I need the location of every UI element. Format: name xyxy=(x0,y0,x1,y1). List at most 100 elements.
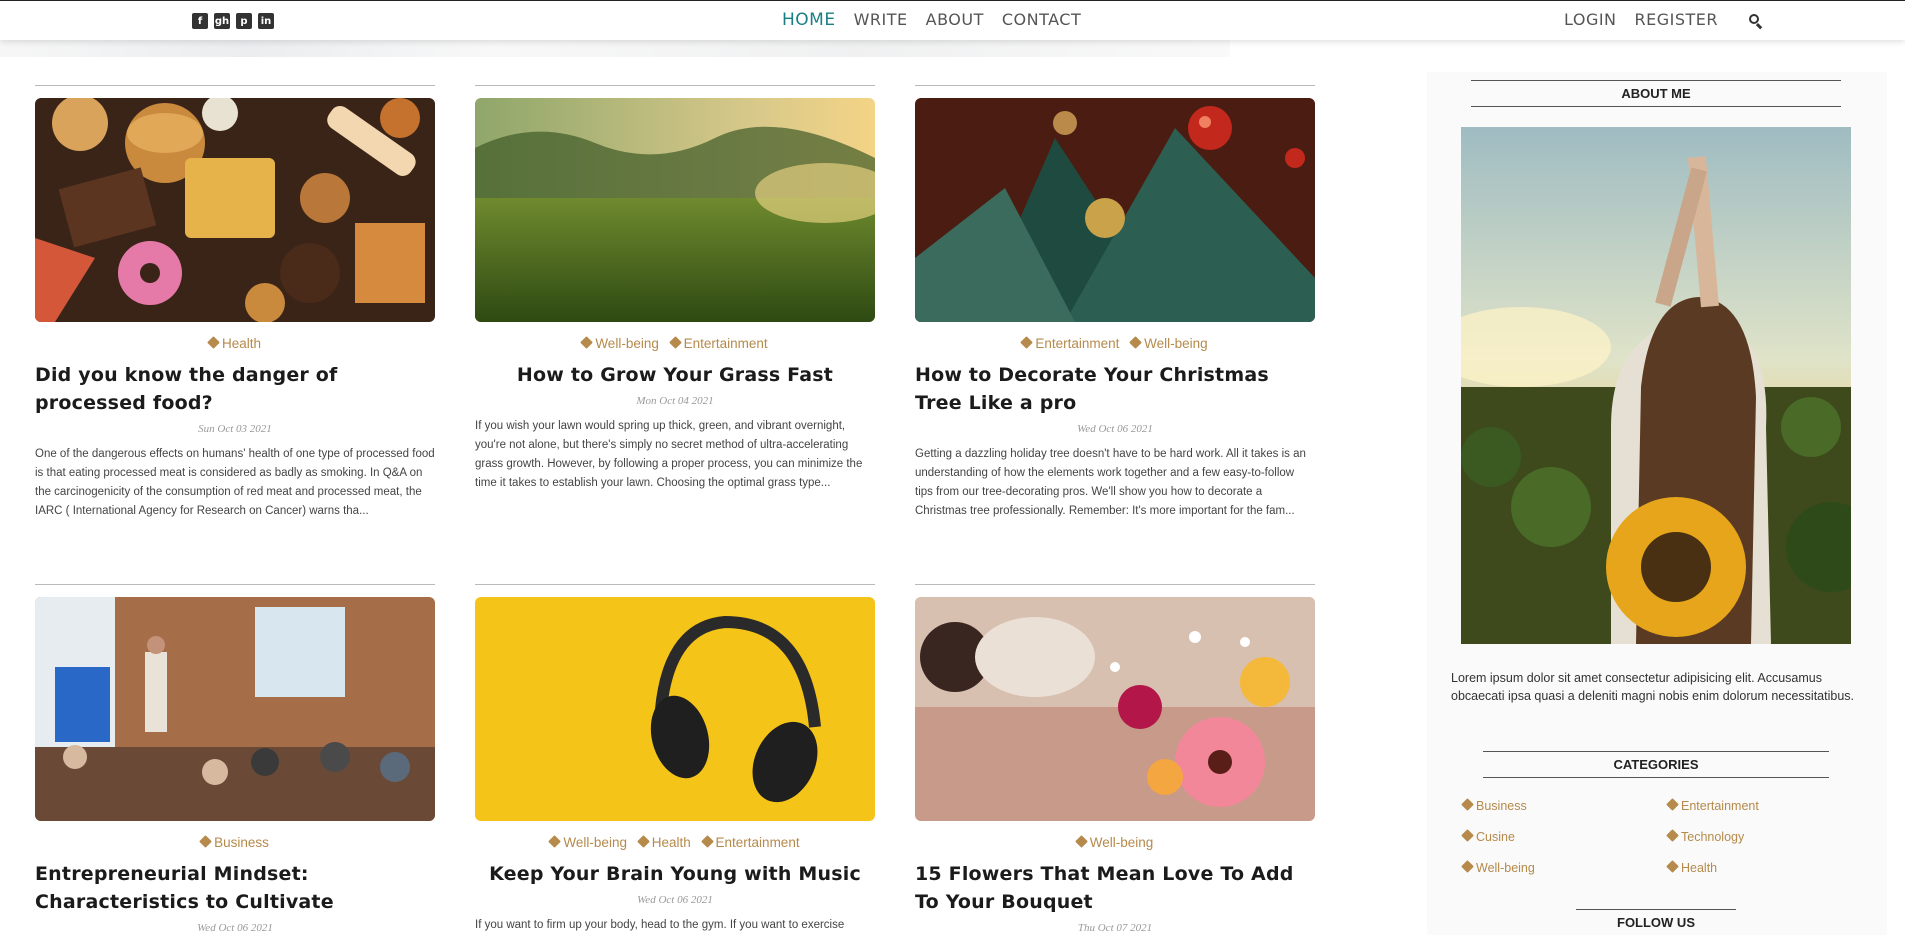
post-title[interactable]: 15 Flowers That Mean Love To Add To Your… xyxy=(915,860,1315,916)
category-tag[interactable]: Health xyxy=(207,336,262,351)
category-label: Health xyxy=(1681,861,1718,875)
post-card: Well-being Entertainment How to Grow You… xyxy=(475,85,875,493)
tag-icon xyxy=(580,336,594,349)
post-title[interactable]: How to Grow Your Grass Fast xyxy=(475,361,875,389)
post-card: Entertainment Well-being How to Decorate… xyxy=(915,85,1315,521)
tag-icon xyxy=(1666,798,1679,811)
post-categories: Health xyxy=(35,336,435,351)
post-date: Wed Oct 06 2021 xyxy=(1077,423,1153,435)
post-image-christmas-tree[interactable] xyxy=(915,98,1315,322)
post-image-flowers[interactable] xyxy=(915,597,1315,821)
sidebar-category-well-being[interactable]: Well-being xyxy=(1461,860,1535,875)
category-label: Well-being xyxy=(563,835,627,850)
category-label: Health xyxy=(221,336,262,351)
post-categories: Business xyxy=(35,835,435,850)
register-link[interactable]: REGISTER xyxy=(1635,10,1719,29)
post-card: Well-being Health Entertainment Keep You… xyxy=(475,584,875,935)
tag-icon xyxy=(207,336,220,349)
category-label: Well-being xyxy=(1089,835,1154,850)
social-icons: f gh p in xyxy=(192,13,274,29)
category-tag[interactable]: Well-being xyxy=(1074,835,1154,850)
search-icon[interactable] xyxy=(1748,13,1764,30)
post-excerpt: Getting a dazzling holiday tree doesn't … xyxy=(915,448,1306,517)
category-label: Entertainment xyxy=(1681,799,1759,813)
header-image-strip xyxy=(0,40,1230,57)
post-date: Sun Oct 03 2021 xyxy=(198,423,272,435)
category-label: Well-being xyxy=(1144,336,1208,351)
post-card: Health Did you know the danger of proces… xyxy=(35,85,435,521)
post-categories: Well-being Entertainment xyxy=(475,336,875,351)
tag-icon xyxy=(1666,860,1679,873)
main-nav: HOME WRITE ABOUT CONTACT xyxy=(782,10,1081,30)
tag-icon xyxy=(668,336,682,349)
post-title[interactable]: How to Decorate Your Christmas Tree Like… xyxy=(915,361,1315,417)
tag-icon xyxy=(1461,829,1474,842)
sidebar-category-cusine[interactable]: Cusine xyxy=(1461,829,1515,844)
post-image-food[interactable] xyxy=(35,98,435,322)
category-label: Business xyxy=(1476,799,1527,813)
about-me-image xyxy=(1461,127,1851,644)
category-label: Health xyxy=(651,835,691,850)
post-image-office-meeting[interactable] xyxy=(35,597,435,821)
category-tag[interactable]: Entertainment xyxy=(700,835,800,850)
nav-home[interactable]: HOME xyxy=(782,10,836,30)
post-card: Well-being 15 Flowers That Mean Love To … xyxy=(915,584,1315,934)
post-card: Business Entrepreneurial Mindset: Charac… xyxy=(35,584,435,934)
post-excerpt: If you want to firm up your body, head t… xyxy=(475,919,845,931)
linkedin-icon[interactable]: in xyxy=(258,13,274,29)
github-icon[interactable]: gh xyxy=(214,13,230,29)
sidebar-category-entertainment[interactable]: Entertainment xyxy=(1666,798,1759,813)
tag-icon xyxy=(199,835,212,848)
post-image-grass[interactable] xyxy=(475,98,875,322)
category-tag[interactable]: Business xyxy=(199,835,269,850)
post-excerpt: If you wish your lawn would spring up th… xyxy=(475,420,863,489)
categories-title: CATEGORIES xyxy=(1483,751,1829,778)
post-categories: Entertainment Well-being xyxy=(915,336,1315,351)
category-tag[interactable]: Well-being xyxy=(580,336,659,351)
tag-icon xyxy=(1461,860,1474,873)
category-label: Entertainment xyxy=(1035,336,1120,351)
sidebar-category-business[interactable]: Business xyxy=(1461,798,1527,813)
nav-write[interactable]: WRITE xyxy=(854,10,908,30)
post-title[interactable]: Keep Your Brain Young with Music xyxy=(475,860,875,888)
post-date: Wed Oct 06 2021 xyxy=(637,894,713,906)
category-label: Entertainment xyxy=(683,336,768,351)
about-me-title: ABOUT ME xyxy=(1471,80,1841,107)
post-categories: Well-being Health Entertainment xyxy=(475,835,875,850)
nav-contact[interactable]: CONTACT xyxy=(1002,10,1081,30)
category-label: Well-being xyxy=(595,336,659,351)
facebook-icon[interactable]: f xyxy=(192,13,208,29)
tag-icon xyxy=(1074,835,1088,848)
post-date: Thu Oct 07 2021 xyxy=(1077,922,1153,934)
post-image-headphones[interactable] xyxy=(475,597,875,821)
tag-icon xyxy=(700,835,714,848)
category-tag[interactable]: Entertainment xyxy=(668,336,768,351)
post-date: Mon Oct 04 2021 xyxy=(636,395,714,407)
category-label: Cusine xyxy=(1476,830,1515,844)
category-label: Entertainment xyxy=(715,835,800,850)
category-label: Technology xyxy=(1681,830,1745,844)
sidebar-category-technology[interactable]: Technology xyxy=(1666,829,1745,844)
tag-icon xyxy=(1666,829,1679,842)
category-tag[interactable]: Well-being xyxy=(1129,336,1208,351)
pinterest-icon[interactable]: p xyxy=(236,13,252,29)
tag-icon xyxy=(1020,336,1034,349)
post-title[interactable]: Did you know the danger of processed foo… xyxy=(35,361,435,417)
tag-icon xyxy=(1461,798,1474,811)
auth-links: LOGIN REGISTER xyxy=(1564,10,1718,29)
nav-about[interactable]: ABOUT xyxy=(926,10,984,30)
post-categories: Well-being xyxy=(915,835,1315,850)
post-title[interactable]: Entrepreneurial Mindset: Characteristics… xyxy=(35,860,435,916)
tag-icon xyxy=(548,835,562,848)
tag-icon xyxy=(1129,336,1142,349)
sidebar-category-health[interactable]: Health xyxy=(1666,860,1718,875)
category-tag[interactable]: Well-being xyxy=(548,835,627,850)
category-label: Business xyxy=(214,835,269,850)
login-link[interactable]: LOGIN xyxy=(1564,10,1617,29)
category-tag[interactable]: Health xyxy=(636,835,691,850)
post-date: Wed Oct 06 2021 xyxy=(197,922,273,934)
post-excerpt: One of the dangerous effects on humans' … xyxy=(35,448,435,517)
top-bar: f gh p in HOME WRITE ABOUT CONTACT LOGIN… xyxy=(0,0,1905,40)
category-tag[interactable]: Entertainment xyxy=(1020,336,1120,351)
tag-icon xyxy=(636,835,650,848)
